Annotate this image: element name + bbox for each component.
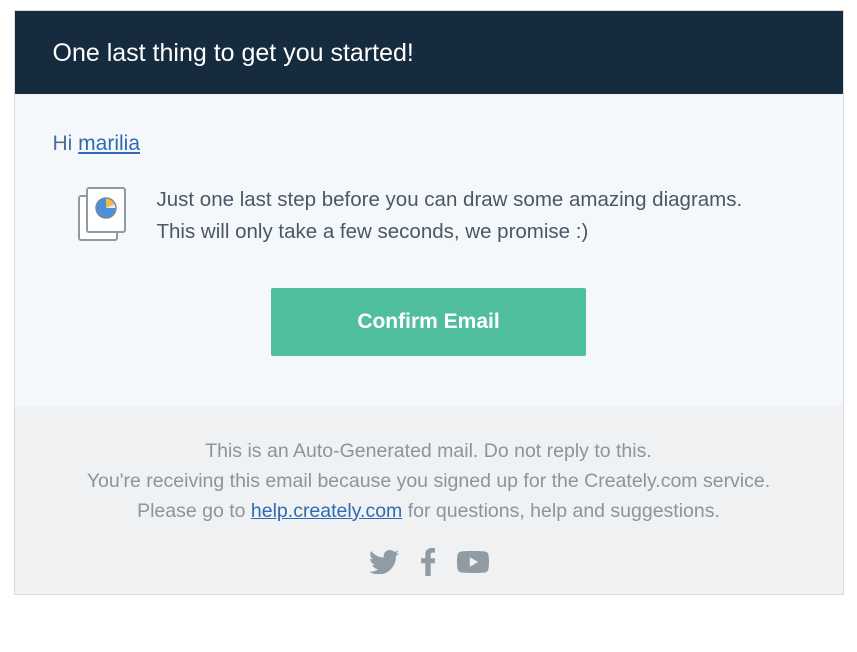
youtube-icon[interactable] xyxy=(457,551,489,573)
cta-wrap: Confirm Email xyxy=(53,288,805,356)
twitter-icon[interactable] xyxy=(369,550,399,574)
footer-line-3-prefix: Please go to xyxy=(137,500,251,522)
social-row xyxy=(45,548,813,576)
footer-line-2: You're receiving this email because you … xyxy=(45,466,813,496)
diagram-documents-icon xyxy=(75,184,133,242)
confirm-email-button[interactable]: Confirm Email xyxy=(271,288,585,356)
footer-text: This is an Auto-Generated mail. Do not r… xyxy=(45,436,813,527)
message-line-2: This will only take a few seconds, we pr… xyxy=(157,216,805,248)
email-header: One last thing to get you started! xyxy=(15,11,843,94)
footer-line-3-suffix: for questions, help and suggestions. xyxy=(402,500,720,522)
email-container: One last thing to get you started! Hi ma… xyxy=(14,10,844,595)
email-footer: This is an Auto-Generated mail. Do not r… xyxy=(15,406,843,595)
footer-line-1: This is an Auto-Generated mail. Do not r… xyxy=(45,436,813,466)
message-row: Just one last step before you can draw s… xyxy=(75,184,805,248)
email-body: Hi marilia Just one last step before you… xyxy=(15,94,843,406)
message-line-1: Just one last step before you can draw s… xyxy=(157,184,805,216)
greeting-line: Hi marilia xyxy=(53,132,805,156)
message-text: Just one last step before you can draw s… xyxy=(157,184,805,248)
header-title: One last thing to get you started! xyxy=(53,39,805,68)
facebook-icon[interactable] xyxy=(421,548,435,576)
greeting-prefix: Hi xyxy=(53,132,79,155)
help-link[interactable]: help.creately.com xyxy=(251,500,402,522)
greeting-name-link[interactable]: marilia xyxy=(78,132,140,155)
footer-line-3: Please go to help.creately.com for quest… xyxy=(45,496,813,526)
